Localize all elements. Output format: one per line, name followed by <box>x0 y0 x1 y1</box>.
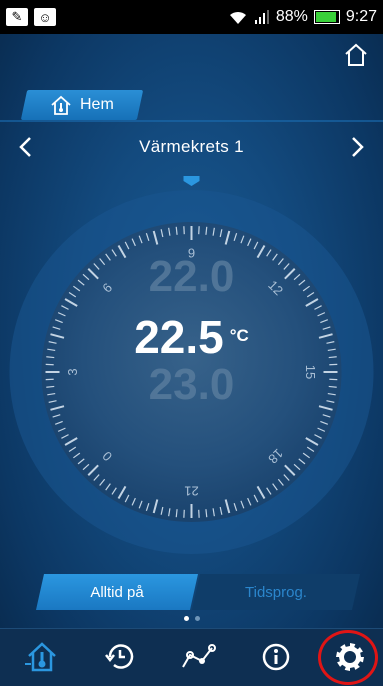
nav-history-button[interactable] <box>96 635 144 679</box>
history-icon <box>104 641 136 673</box>
next-circuit-button[interactable] <box>333 130 383 164</box>
circuit-selector: Värmekrets 1 <box>0 130 383 164</box>
clock: 9:27 <box>346 8 377 26</box>
thermostat-home-icon <box>25 640 59 674</box>
status-right: 88% 9:27 <box>228 8 377 26</box>
temp-option-below[interactable]: 23.0 <box>0 360 383 410</box>
temp-option-above[interactable]: 22.0 <box>0 252 383 302</box>
home-icon[interactable] <box>343 42 369 68</box>
mode-program-button[interactable]: Tidsprog. <box>192 574 360 610</box>
nav-home-button[interactable] <box>18 635 66 679</box>
page-dot <box>195 616 200 621</box>
dial-hour-label: 21 <box>184 484 198 499</box>
current-temperature: 22.5 °C <box>0 310 383 364</box>
current-temperature-value: 22.5 <box>134 310 224 364</box>
smiley-icon: ☺ <box>34 8 56 26</box>
page-dot-active <box>184 616 189 621</box>
graph-icon <box>180 643 216 671</box>
nav-info-button[interactable] <box>252 635 300 679</box>
page-indicator <box>0 616 383 621</box>
tab-hem[interactable]: Hem <box>21 90 143 120</box>
dial-tick <box>176 227 177 235</box>
temperature-unit: °C <box>230 326 249 346</box>
dial-tick <box>206 509 207 517</box>
status-bar: ✎ ☺ 88% 9:27 <box>0 0 383 34</box>
chevron-left-icon <box>18 136 32 158</box>
notification-icon: ✎ <box>6 8 28 26</box>
dial-pointer-marker <box>184 176 200 186</box>
circuit-name: Värmekrets 1 <box>139 137 244 157</box>
previous-circuit-button[interactable] <box>0 130 50 164</box>
dial-tick <box>206 227 207 235</box>
thermostat-home-icon <box>50 94 72 116</box>
wifi-icon <box>228 9 248 25</box>
tab-hem-label: Hem <box>80 96 114 114</box>
nav-graph-button[interactable] <box>174 635 222 679</box>
dial-tick <box>176 509 177 517</box>
mode-always-on-button[interactable]: Alltid på <box>36 574 198 610</box>
status-left: ✎ ☺ <box>6 8 56 26</box>
signal-icon <box>254 9 270 25</box>
tab-divider <box>0 120 383 122</box>
info-icon <box>261 642 291 672</box>
battery-percent: 88% <box>276 8 308 26</box>
battery-icon <box>314 10 340 24</box>
chevron-right-icon <box>351 136 365 158</box>
mode-switch: Alltid på Tidsprog. <box>36 574 360 610</box>
settings-highlight-ring <box>318 630 378 685</box>
